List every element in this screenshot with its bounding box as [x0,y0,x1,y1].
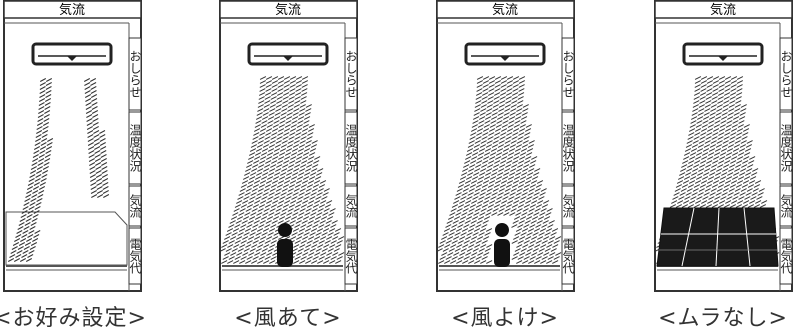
tab-1[interactable]: おしらせ [345,40,357,108]
tab-3[interactable]: 気流 [129,188,141,224]
tab-2[interactable]: 温度状況 [129,114,141,182]
tab-1[interactable]: おしらせ [129,40,141,108]
tab-1[interactable]: おしらせ [780,40,792,108]
airflow-panel-direct: 気流 おしらせ 温度状況 気流 電気代 [219,0,358,292]
airflow-panel-custom: 気流 おしらせ 温度状況 気流 電気代 [3,0,142,292]
tab-2[interactable]: 温度状況 [562,114,574,182]
tab-4[interactable]: 電気代 [129,230,141,282]
mode-caption-even: <ムラなし> [658,306,788,331]
aircon-unit-icon [682,42,764,66]
mode-caption-custom: <お好み設定> [0,306,147,331]
tab-2[interactable]: 温度状況 [780,114,792,182]
tab-4[interactable]: 電気代 [345,230,357,282]
airflow-screen: 気流 [436,0,575,292]
airflow-screen: 気流 [219,0,358,292]
tab-1[interactable]: おしらせ [562,40,574,108]
floor-grid [656,207,779,267]
tab-3[interactable]: 気流 [345,188,357,224]
mode-caption-direct: <風あて> [234,306,342,331]
airflow-screen: 気流 [3,0,142,292]
airflow-panel-avoid: 気流 おしらせ 温度状況 気流 電気代 [436,0,575,292]
person-icon [494,223,510,267]
person-icon [277,223,293,267]
aircon-unit-icon [464,42,546,66]
airflow-panel-even: 気流 おしらせ 温度状況 気流 電気代 [654,0,793,292]
tab-4[interactable]: 電気代 [780,230,792,282]
airflow-screen: 気流 [654,0,793,292]
aircon-unit-icon [31,42,113,66]
aircon-unit-icon [247,42,329,66]
panel-title: 気流 [710,2,736,18]
tab-4[interactable]: 電気代 [562,230,574,282]
tab-2[interactable]: 温度状況 [345,114,357,182]
panel-title: 気流 [492,2,518,18]
tab-3[interactable]: 気流 [562,188,574,224]
mode-caption-avoid: <風よけ> [451,306,559,331]
panel-title: 気流 [275,2,301,18]
panel-title: 気流 [59,2,85,18]
tab-3[interactable]: 気流 [780,188,792,224]
